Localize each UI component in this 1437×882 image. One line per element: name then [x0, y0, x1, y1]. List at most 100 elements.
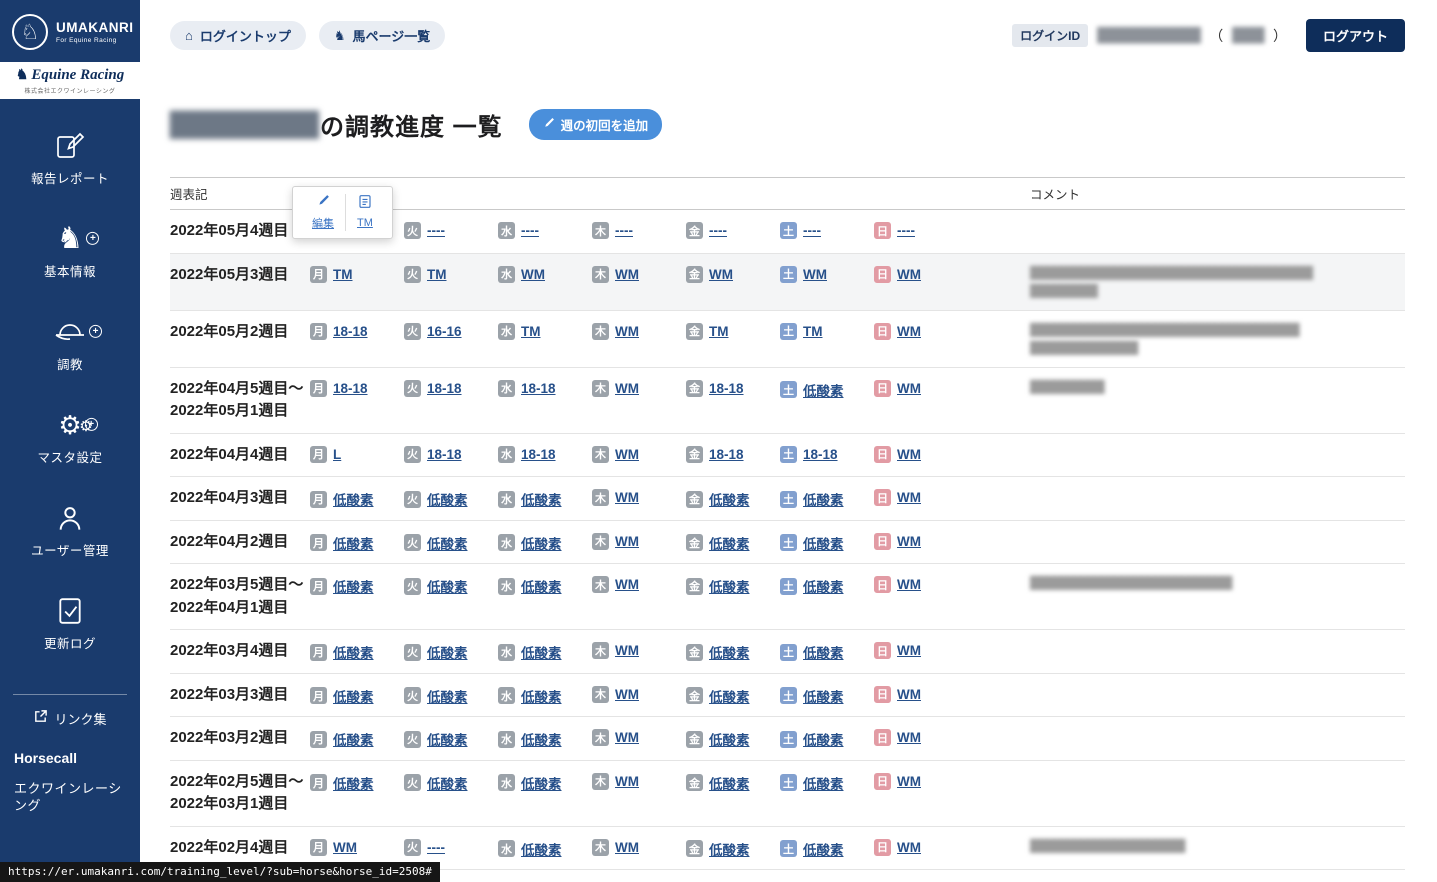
training-value-link[interactable]: 低酸素	[521, 489, 562, 509]
training-value-link[interactable]: WM	[615, 840, 639, 855]
training-value-link[interactable]: 低酸素	[427, 533, 468, 553]
training-value-link[interactable]: WM	[615, 324, 639, 339]
training-value-link[interactable]: 低酸素	[709, 533, 750, 553]
training-value-link[interactable]: 低酸素	[803, 533, 844, 553]
training-value-link[interactable]: WM	[897, 381, 921, 396]
training-value-link[interactable]: ----	[427, 840, 445, 855]
training-value-link[interactable]: WM	[615, 730, 639, 745]
training-value-link[interactable]: 低酸素	[521, 686, 562, 706]
training-value-link[interactable]: ----	[803, 223, 821, 238]
add-week-button[interactable]: 週の初回を追加	[529, 109, 663, 140]
training-value-link[interactable]: 低酸素	[803, 489, 844, 509]
training-value-link[interactable]: 18-18	[333, 381, 368, 396]
training-value-link[interactable]: 低酸素	[333, 533, 374, 553]
training-value-link[interactable]: WM	[897, 267, 921, 282]
training-value-link[interactable]: WM	[615, 490, 639, 505]
training-value-link[interactable]: 低酸素	[427, 729, 468, 749]
training-value-link[interactable]: WM	[897, 774, 921, 789]
logout-button[interactable]: ログアウト	[1306, 19, 1405, 52]
training-value-link[interactable]: WM	[897, 447, 921, 462]
training-value-link[interactable]: ----	[427, 223, 445, 238]
training-value-link[interactable]: WM	[615, 577, 639, 592]
sidebar-item-report[interactable]: 報告レポート	[0, 131, 140, 187]
training-value-link[interactable]: 低酸素	[333, 686, 374, 706]
training-value-link[interactable]: 18-18	[803, 447, 838, 462]
breadcrumb-login-top[interactable]: ⌂ ログイントップ	[170, 21, 306, 50]
training-value-link[interactable]: WM	[897, 840, 921, 855]
training-value-link[interactable]: 低酸素	[709, 576, 750, 596]
training-value-link[interactable]: 低酸素	[427, 642, 468, 662]
sidebar-item-equine-racing[interactable]: エクワインレーシング	[14, 772, 126, 823]
training-value-link[interactable]: 16-16	[427, 324, 462, 339]
training-value-link[interactable]: WM	[897, 643, 921, 658]
sidebar-item-training[interactable]: + 調教	[0, 317, 140, 373]
sidebar-item-update-log[interactable]: 更新ログ	[0, 596, 140, 652]
training-value-link[interactable]: TM	[803, 324, 823, 339]
training-value-link[interactable]: WM	[615, 381, 639, 396]
training-value-link[interactable]: 低酸素	[709, 773, 750, 793]
sidebar-item-basic-info[interactable]: ♞ + 基本情報	[0, 224, 140, 280]
training-value-link[interactable]: 18-18	[521, 381, 556, 396]
training-value-link[interactable]: 低酸素	[709, 642, 750, 662]
training-value-link[interactable]: ----	[615, 223, 633, 238]
training-value-link[interactable]: TM	[427, 267, 447, 282]
training-value-link[interactable]: 低酸素	[709, 489, 750, 509]
training-value-link[interactable]: WM	[897, 687, 921, 702]
training-value-link[interactable]: WM	[803, 267, 827, 282]
training-value-link[interactable]: 低酸素	[803, 642, 844, 662]
training-value-link[interactable]: WM	[615, 774, 639, 789]
training-value-link[interactable]: 低酸素	[521, 729, 562, 749]
training-value-link[interactable]: WM	[709, 267, 733, 282]
training-value-link[interactable]: 低酸素	[521, 533, 562, 553]
training-value-link[interactable]: WM	[333, 840, 357, 855]
sidebar-item-horsecall[interactable]: Horsecall	[14, 744, 126, 772]
equine-racing-logo[interactable]: ♞Equine Racing 株式会社エクワインレーシング	[0, 62, 140, 99]
training-value-link[interactable]: 低酸素	[803, 686, 844, 706]
training-value-link[interactable]: 低酸素	[521, 773, 562, 793]
training-value-link[interactable]: 低酸素	[521, 576, 562, 596]
training-value-link[interactable]: WM	[897, 324, 921, 339]
training-value-link[interactable]: 低酸素	[333, 729, 374, 749]
training-value-link[interactable]: 低酸素	[333, 576, 374, 596]
training-value-link[interactable]: 低酸素	[709, 839, 750, 859]
training-value-link[interactable]: 低酸素	[333, 773, 374, 793]
training-value-link[interactable]: 18-18	[709, 447, 744, 462]
training-value-link[interactable]: 18-18	[333, 324, 368, 339]
training-value-link[interactable]: 低酸素	[709, 729, 750, 749]
training-value-link[interactable]: ----	[521, 223, 539, 238]
training-value-link[interactable]: ----	[709, 223, 727, 238]
training-value-link[interactable]: 低酸素	[803, 380, 844, 400]
training-value-link[interactable]: 低酸素	[709, 686, 750, 706]
training-value-link[interactable]: WM	[897, 490, 921, 505]
sidebar-item-master-settings[interactable]: ⚙ ⚙ + マスタ設定	[0, 410, 140, 466]
training-value-link[interactable]: L	[333, 447, 341, 462]
edit-action[interactable]: 編集	[301, 194, 345, 231]
training-value-link[interactable]: TM	[333, 267, 353, 282]
training-value-link[interactable]: 低酸素	[521, 642, 562, 662]
training-value-link[interactable]: WM	[897, 534, 921, 549]
training-value-link[interactable]: 低酸素	[803, 576, 844, 596]
app-logo[interactable]: ♘ UMAKANRI For Equine Racing	[0, 0, 140, 62]
training-value-link[interactable]: 18-18	[427, 381, 462, 396]
training-value-link[interactable]: WM	[615, 447, 639, 462]
training-value-link[interactable]: 低酸素	[333, 642, 374, 662]
tm-action[interactable]: TM	[346, 194, 384, 231]
training-value-link[interactable]: ----	[897, 223, 915, 238]
training-value-link[interactable]: 18-18	[521, 447, 556, 462]
training-value-link[interactable]: TM	[709, 324, 729, 339]
training-value-link[interactable]: 低酸素	[427, 489, 468, 509]
training-value-link[interactable]: 18-18	[427, 447, 462, 462]
training-value-link[interactable]: 低酸素	[521, 839, 562, 859]
training-value-link[interactable]: 低酸素	[427, 686, 468, 706]
training-value-link[interactable]: 18-18	[709, 381, 744, 396]
training-value-link[interactable]: WM	[521, 267, 545, 282]
training-value-link[interactable]: 低酸素	[803, 839, 844, 859]
sidebar-item-links[interactable]: リンク集	[0, 709, 140, 728]
training-value-link[interactable]: WM	[615, 643, 639, 658]
training-value-link[interactable]: 低酸素	[803, 773, 844, 793]
training-value-link[interactable]: 低酸素	[427, 576, 468, 596]
training-value-link[interactable]: 低酸素	[427, 773, 468, 793]
training-value-link[interactable]: WM	[897, 730, 921, 745]
training-value-link[interactable]: WM	[615, 687, 639, 702]
training-value-link[interactable]: TM	[521, 324, 541, 339]
